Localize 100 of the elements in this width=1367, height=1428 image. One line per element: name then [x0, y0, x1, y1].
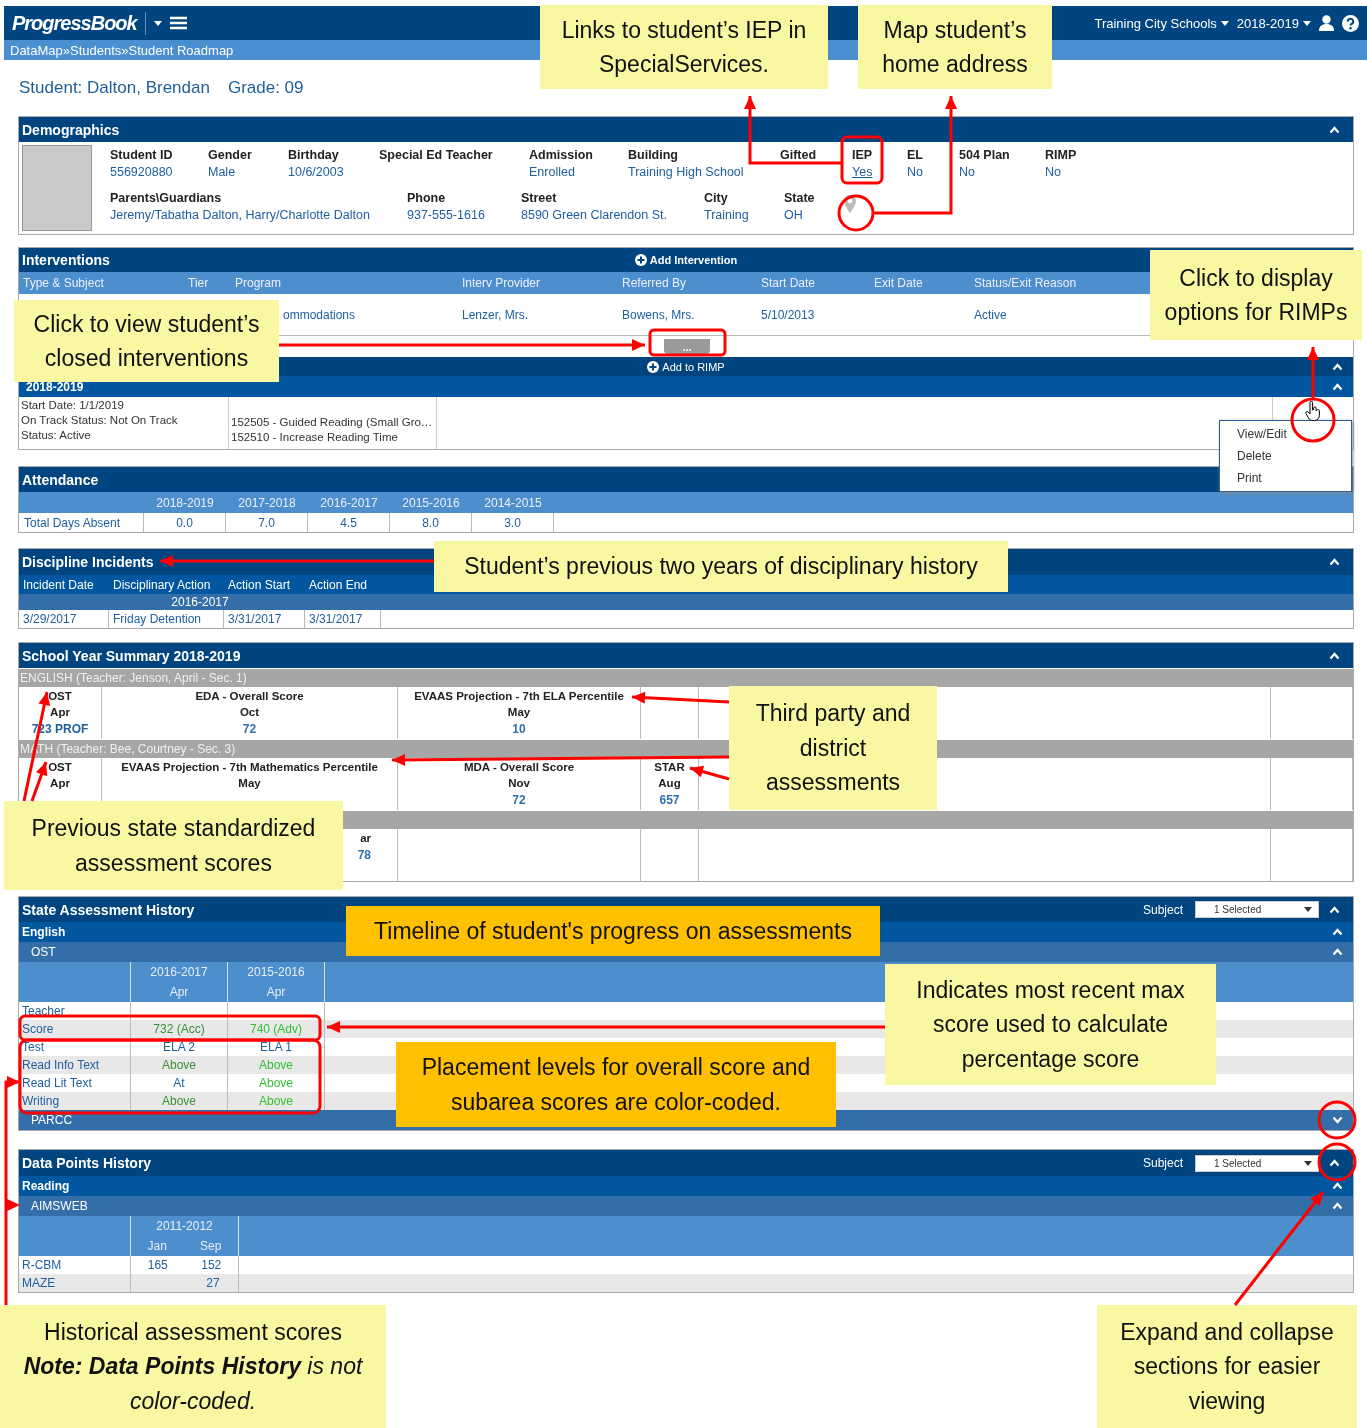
rimp-item: 152510 - Increase Reading Time	[231, 431, 399, 443]
map-pin-icon[interactable]	[844, 195, 856, 213]
subject-dropdown[interactable]: 1 Selected	[1195, 901, 1319, 918]
assessment-month: Aug	[658, 777, 681, 789]
field-label: Special Ed Teacher	[379, 148, 494, 162]
assessment-month: Apr	[50, 777, 70, 789]
section-title: Discipline Incidents	[22, 554, 154, 570]
district-dropdown[interactable]: Training City Schools	[1094, 15, 1229, 31]
table-cell-text: Lenzer, Mrs.	[461, 307, 529, 322]
highlight-circle	[837, 194, 875, 232]
field-label: Student ID	[110, 148, 174, 162]
rimp-detail: On Track Status: Not On Track	[21, 414, 179, 426]
year-heading: 2018-2019	[26, 379, 84, 394]
test-heading: OST	[31, 945, 56, 959]
column-header: 2014-2015	[483, 495, 543, 510]
year-dropdown[interactable]: 2018-2019	[1236, 15, 1311, 31]
column-header: Apr	[169, 985, 189, 999]
row-label: MAZE	[19, 1274, 131, 1292]
column-header: Tier	[187, 276, 209, 290]
callout-note: Note: Data Points History is not color-coded.	[22, 1352, 364, 1416]
subject-heading: Reading	[22, 1179, 70, 1193]
assessment-name: MDA - Overall Score	[463, 761, 575, 773]
iep-link[interactable]: Yes	[852, 165, 907, 179]
caret-icon	[1303, 20, 1311, 26]
callout-text: Third party and district assessments	[754, 699, 912, 798]
subject-heading: English	[22, 925, 66, 939]
field-value: Male	[208, 165, 237, 179]
field-label: Gifted	[780, 148, 818, 162]
field-label: IEP	[852, 148, 874, 162]
callout-text: Links to student’s IEP in SpecialServices.	[560, 15, 808, 79]
section-title: Demographics	[22, 121, 120, 138]
column-header: Apr	[266, 985, 286, 999]
subject-label: Subject	[1142, 902, 1183, 917]
field-value: No	[907, 165, 924, 179]
add-to-rimp-button[interactable]: Add to RIMP	[647, 360, 725, 373]
year-heading: 2016-2017	[170, 595, 230, 609]
column-header: Type & Subject	[22, 276, 104, 290]
add-intervention-button[interactable]: Add Intervention	[634, 254, 738, 266]
field-label: RIMP	[1045, 148, 1078, 162]
column-header: 2016-2017	[150, 965, 208, 979]
table-cell-text: 5/10/2013	[760, 307, 815, 322]
test-heading: AIMSWEB	[31, 1199, 88, 1213]
column-header: Action End	[308, 577, 369, 592]
menu-item[interactable]: Print	[1220, 471, 1351, 485]
column-header: Start Date	[760, 276, 816, 290]
assessment-name: EDA - Overall Score	[195, 690, 304, 702]
table-cell: Above	[228, 1056, 325, 1074]
user-icon[interactable]	[1319, 15, 1334, 31]
table-cell: 3/31/2017	[305, 610, 381, 628]
section-title: State Assessment History	[22, 901, 195, 918]
field-label: EL	[907, 148, 924, 162]
row-label: Total Days Absent	[19, 513, 144, 532]
column-header: 2016-2017	[319, 495, 379, 510]
menu-item[interactable]: View/Edit	[1220, 427, 1351, 441]
table-cell: Friday Detention	[109, 610, 224, 628]
caret-icon	[153, 20, 162, 26]
field-value: 10/6/2003	[288, 165, 345, 179]
column-header: 2011-2012	[156, 1219, 213, 1233]
field-value: 556920880	[110, 165, 174, 179]
grade-label: Grade: 09	[227, 78, 304, 98]
table-cell-text: Active	[973, 307, 1007, 322]
breadcrumb-separator: »	[121, 42, 129, 58]
table-cell: Above	[131, 1056, 228, 1074]
table-cell: 740 (Adv)	[228, 1020, 325, 1038]
assessment-score: 10	[512, 722, 526, 736]
table-cell: 3.0	[472, 513, 554, 532]
rimp-detail: Start Date: 1/1/2019	[21, 399, 125, 411]
logo[interactable]: ProgressBook	[12, 11, 146, 35]
callout-text: Click to display options for RIMPs	[1163, 263, 1349, 327]
assessment-score: 72	[512, 793, 526, 807]
assessment-name: ar	[360, 832, 371, 844]
column-header: 2018-2019	[155, 495, 215, 510]
field-value: Training High School	[628, 165, 745, 179]
assessment-name: STAR	[654, 761, 685, 773]
menu-item[interactable]: Delete	[1220, 449, 1351, 463]
field-value: No	[1045, 165, 1062, 179]
subject-dropdown[interactable]: 1 Selected	[1195, 1154, 1319, 1172]
caret-icon	[1304, 907, 1312, 912]
assessment-score: 72	[242, 722, 257, 736]
section-title: Data Points History	[22, 1155, 152, 1171]
row-label: Score	[19, 1020, 131, 1038]
section-title: Attendance	[22, 471, 99, 488]
help-icon[interactable]	[1342, 14, 1359, 32]
field-label: State	[784, 191, 816, 205]
column-header: 2017-2018	[237, 495, 297, 510]
table-cell: 7.0	[226, 513, 308, 532]
callout-text: Historical assessment scores	[44, 1317, 342, 1347]
column-header: Exit Date	[873, 276, 923, 290]
rimp-item: 152505 - Guided Reading (Small Gro…	[231, 416, 434, 428]
callout-text: Expand and collapse sections for easier viewing	[1119, 1317, 1335, 1416]
column-header: Sep	[200, 1239, 222, 1253]
callout-text: Indicates most recent max score used to calculate percentage score	[915, 975, 1186, 1074]
field-label: 504 Plan	[959, 148, 1011, 162]
highlight-outline	[840, 135, 884, 185]
menu-icon[interactable]	[169, 16, 187, 30]
column-header: Jan	[147, 1239, 167, 1253]
column-header: Interv Provider	[461, 276, 541, 290]
field-label: Building	[628, 148, 679, 162]
assessment-name: EVAAS Projection - 7th Mathematics Percentile	[121, 761, 378, 773]
rimp-detail: Status: Active	[21, 429, 92, 441]
